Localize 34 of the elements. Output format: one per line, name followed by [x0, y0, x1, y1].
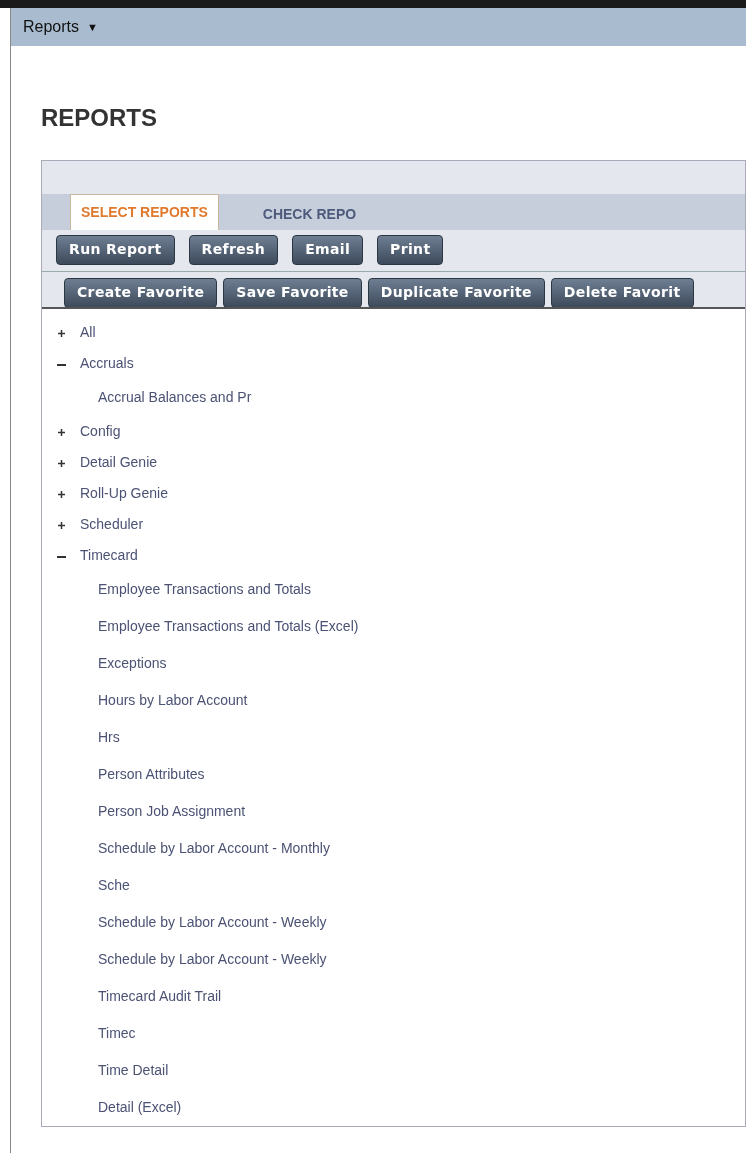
report-item[interactable]: Exceptions [98, 653, 167, 674]
report-item[interactable]: Hrs [98, 727, 120, 748]
toolbar-button[interactable]: Run Report [56, 234, 175, 265]
report-item[interactable]: Hours by Labor Account [98, 690, 248, 711]
tab[interactable]: CHECK REPO [258, 199, 361, 230]
toolbar-button[interactable]: Email [292, 234, 364, 265]
report-item[interactable]: Time Detail [98, 1060, 169, 1081]
toolbar-button[interactable]: Duplicate Favorite [367, 277, 545, 307]
report-item[interactable]: Schedule by Labor Account - Weekly [98, 949, 327, 970]
report-item[interactable]: Schedule by Labor Account - Weekly [98, 912, 327, 933]
report-item[interactable]: Schedule by Labor Account - Monthly [98, 838, 330, 859]
report-item[interactable]: Accrual Balances and Pr [98, 387, 252, 408]
toolbar-button[interactable]: Print [377, 234, 444, 265]
tree-item[interactable]: Accruals [80, 353, 134, 374]
page-title: REPORTS [41, 103, 157, 133]
reports-menu[interactable]: Reports ▼ [23, 15, 98, 39]
toolbar-button[interactable]: Create Favorite [64, 277, 218, 307]
toolbar-button[interactable]: Save Favorite [223, 277, 362, 307]
tree-item[interactable]: Scheduler [80, 514, 144, 535]
report-item[interactable]: Person Attributes [98, 764, 205, 785]
report-item[interactable]: Detail (Excel) [98, 1097, 182, 1118]
tree-item[interactable]: Config [80, 421, 121, 442]
toolbar-button[interactable]: Refresh [188, 234, 279, 265]
tree-item[interactable]: Timecard [80, 545, 138, 566]
tree-item[interactable]: Roll-Up Genie [80, 483, 168, 504]
toolbar-button[interactable]: Delete Favorit [550, 277, 694, 307]
report-item[interactable]: Sche [98, 875, 130, 896]
report-item[interactable]: Timecard Audit Trail [98, 986, 222, 1007]
tree-item[interactable]: Detail Genie [80, 452, 158, 473]
report-item[interactable]: Employee Transactions and Totals (Excel) [98, 616, 359, 637]
report-item[interactable]: Person Job Assignment [98, 801, 246, 822]
report-item[interactable]: Employee Transactions and Totals [98, 579, 311, 600]
tree-item[interactable]: All [80, 322, 96, 343]
report-item[interactable]: Timec [98, 1023, 136, 1044]
